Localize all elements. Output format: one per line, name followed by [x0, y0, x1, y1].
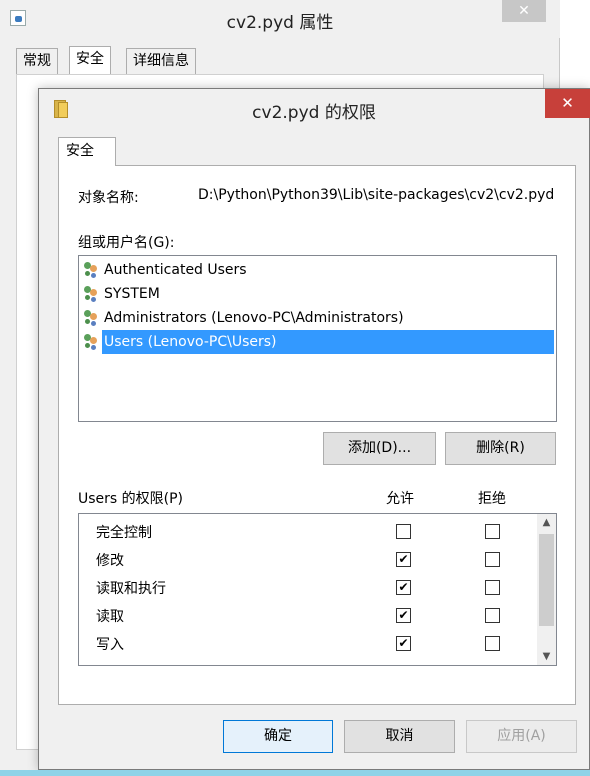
allow-checkbox[interactable]: [396, 524, 411, 539]
permission-name: 写入: [96, 637, 124, 653]
taskbar-edge: [0, 770, 590, 776]
permission-name: 读取和执行: [96, 581, 166, 597]
permissions-list: 完全控制 修改 读取和执行 读取 写入 ▲ ▼: [78, 513, 557, 666]
permission-name: 修改: [96, 553, 124, 569]
allow-checkbox[interactable]: [396, 608, 411, 623]
apply-button[interactable]: 应用(A): [466, 720, 577, 753]
properties-title: cv2.pyd 属性: [226, 13, 334, 33]
object-name-value: D:\Python\Python39\Lib\site-packages\cv2…: [198, 187, 555, 203]
user-group-icon: [83, 309, 100, 325]
user-group-icon: [83, 333, 100, 349]
permissions-scrollbar[interactable]: ▲ ▼: [537, 514, 556, 665]
cancel-button[interactable]: 取消: [344, 720, 455, 753]
permissions-dialog: cv2.pyd 的权限 ✕ 安全 对象名称: D:\Python\Python3…: [38, 88, 590, 770]
scroll-up-icon[interactable]: ▲: [537, 514, 556, 531]
close-button[interactable]: ✕: [545, 89, 590, 118]
scroll-down-icon[interactable]: ▼: [537, 648, 556, 665]
permission-row-write: 写入: [79, 630, 537, 658]
permission-row-read-execute: 读取和执行: [79, 574, 537, 602]
permission-name: 完全控制: [96, 525, 152, 541]
list-item-authenticated-users[interactable]: Authenticated Users: [83, 258, 554, 282]
allow-checkbox[interactable]: [396, 636, 411, 651]
deny-checkbox[interactable]: [485, 524, 500, 539]
tab-security[interactable]: 安全: [58, 137, 116, 166]
remove-button[interactable]: 删除(R): [445, 432, 556, 465]
permissions-titlebar: cv2.pyd 的权限 ✕: [39, 89, 590, 127]
list-item-system[interactable]: SYSTEM: [83, 282, 554, 306]
deny-checkbox[interactable]: [485, 580, 500, 595]
permission-row-full-control: 完全控制: [79, 518, 537, 546]
properties-titlebar: cv2.pyd 属性 ✕: [0, 0, 560, 38]
tab-general[interactable]: 常规: [16, 48, 58, 75]
groups-label: 组或用户名(G):: [78, 235, 175, 251]
permission-row-read: 读取: [79, 602, 537, 630]
deny-checkbox[interactable]: [485, 608, 500, 623]
allow-header: 允许: [386, 491, 414, 507]
permissions-label: Users 的权限(P): [78, 491, 184, 507]
deny-header: 拒绝: [478, 491, 506, 507]
tab-details[interactable]: 详细信息: [126, 48, 196, 75]
permission-row-modify: 修改: [79, 546, 537, 574]
user-group-icon: [83, 261, 100, 277]
permission-name: 读取: [96, 609, 124, 625]
user-group-icon: [83, 285, 100, 301]
list-item-users[interactable]: Users (Lenovo-PC\Users): [83, 330, 554, 354]
deny-checkbox[interactable]: [485, 636, 500, 651]
properties-close-button[interactable]: ✕: [502, 0, 546, 22]
list-item-administrators[interactable]: Administrators (Lenovo-PC\Administrators…: [83, 306, 554, 330]
object-name-label: 对象名称:: [78, 190, 139, 206]
ok-button[interactable]: 确定: [223, 720, 333, 753]
deny-checkbox[interactable]: [485, 552, 500, 567]
permissions-title: cv2.pyd 的权限: [252, 103, 376, 123]
users-list[interactable]: Authenticated Users SYSTEM Administrator…: [78, 255, 557, 422]
scroll-thumb[interactable]: [539, 534, 554, 626]
add-button[interactable]: 添加(D)...: [323, 432, 436, 465]
allow-checkbox[interactable]: [396, 580, 411, 595]
tab-security[interactable]: 安全: [69, 46, 111, 76]
allow-checkbox[interactable]: [396, 552, 411, 567]
